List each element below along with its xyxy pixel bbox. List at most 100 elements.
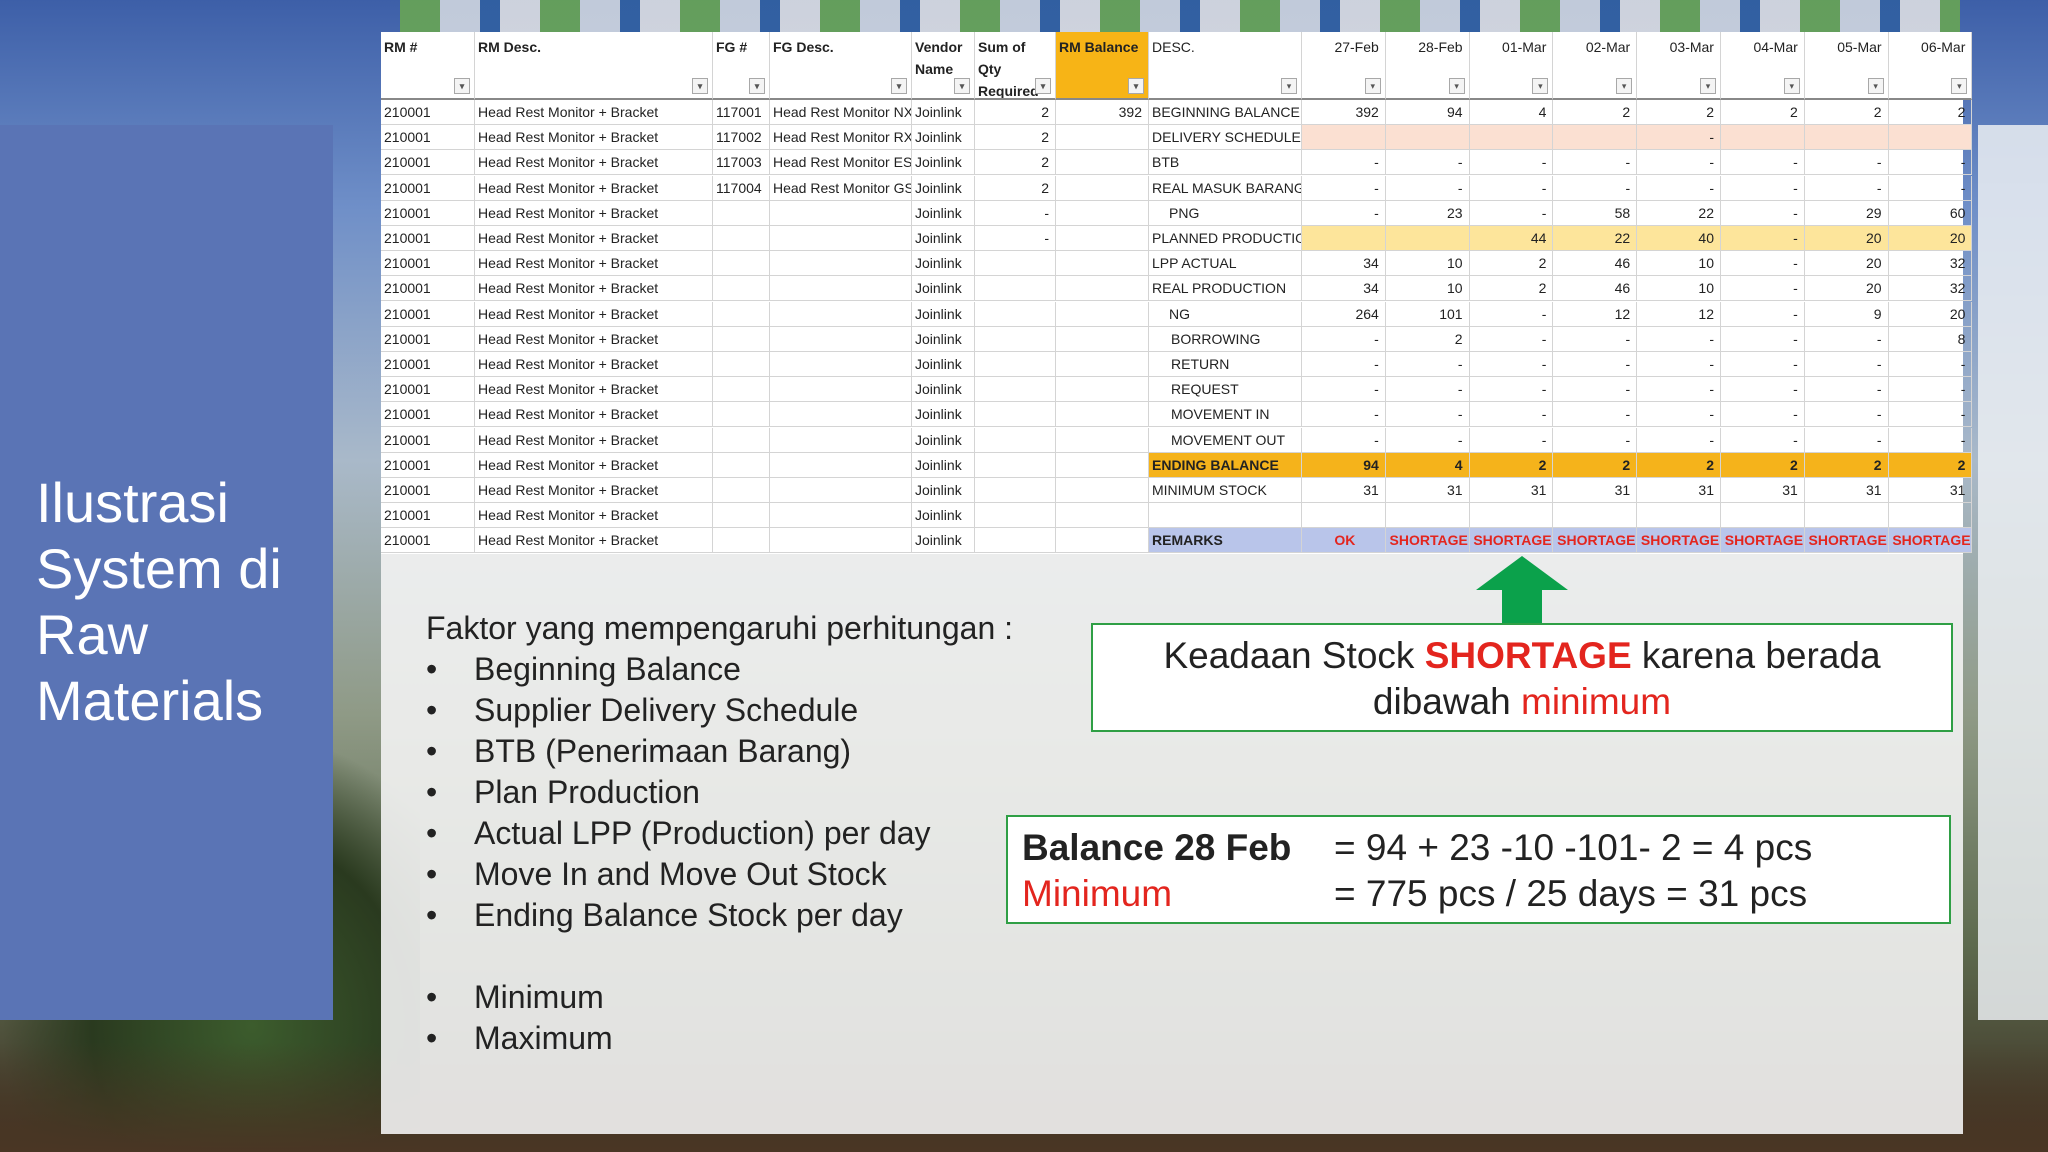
value-cell bbox=[1553, 125, 1638, 151]
table-cell bbox=[713, 478, 770, 503]
value-cell: 9 bbox=[1804, 301, 1889, 327]
desc-cell: LPP ACTUAL bbox=[1149, 251, 1302, 277]
table-cell: Head Rest Monitor GS bbox=[770, 175, 912, 201]
value-cell: - bbox=[1637, 125, 1721, 151]
value-cell: 31 bbox=[1385, 478, 1470, 503]
table-cell: 2 bbox=[975, 175, 1056, 201]
value-cell: 94 bbox=[1385, 100, 1470, 125]
value-cell: - bbox=[1302, 326, 1386, 352]
table-cell bbox=[770, 226, 912, 251]
table-cell bbox=[1056, 226, 1149, 251]
right-accent-strip bbox=[1978, 125, 2048, 1020]
list-item: • Minimum bbox=[426, 977, 1066, 1018]
value-cell: 23 bbox=[1385, 200, 1470, 226]
value-cell: 34 bbox=[1302, 276, 1386, 302]
table-row: 210001 Head Rest Monitor + Bracket Joinlin… bbox=[381, 352, 1973, 377]
value-cell: - bbox=[1721, 326, 1805, 352]
column-header-label: Sum of Qty Required bbox=[978, 39, 1039, 99]
value-cell: - bbox=[1804, 175, 1889, 201]
filter-dropdown-icon[interactable]: ▾ bbox=[1867, 78, 1884, 94]
value-cell: - bbox=[1302, 150, 1386, 176]
table-cell: Head Rest Monitor + Bracket bbox=[475, 427, 713, 453]
value-cell: 2 bbox=[1469, 251, 1554, 277]
table-cell: Head Rest Monitor + Bracket bbox=[475, 175, 713, 201]
value-cell: 101 bbox=[1385, 301, 1470, 327]
table-cell: Joinlink bbox=[912, 301, 975, 327]
value-cell: 2 bbox=[1721, 452, 1805, 478]
value-cell: 2 bbox=[1469, 276, 1554, 302]
table-cell bbox=[713, 427, 770, 453]
column-header: Sum of Qty Required ▾ bbox=[975, 32, 1056, 100]
factors-bullets: • Beginning Balance • Supplier Delivery Sch… bbox=[426, 649, 1066, 936]
filter-dropdown-icon[interactable]: ▾ bbox=[1364, 78, 1381, 94]
filter-dropdown-icon[interactable]: ▾ bbox=[1035, 78, 1051, 94]
desc-cell: PLANNED PRODUCTION bbox=[1149, 226, 1302, 251]
remarks-cell: SHORTAGE bbox=[1553, 528, 1638, 554]
filter-dropdown-icon[interactable]: ▾ bbox=[454, 78, 470, 94]
table-cell bbox=[1056, 200, 1149, 226]
table-cell: Head Rest Monitor + Bracket bbox=[475, 251, 713, 277]
desc-cell: PNG bbox=[1149, 200, 1302, 226]
list-item: • Actual LPP (Production) per day bbox=[426, 813, 1066, 854]
date-column-header: 01-Mar ▾ bbox=[1469, 32, 1554, 100]
table-cell bbox=[770, 200, 912, 226]
filter-dropdown-icon[interactable]: ▾ bbox=[954, 78, 970, 94]
table-cell bbox=[770, 377, 912, 403]
table-cell: Joinlink bbox=[912, 276, 975, 302]
filter-dropdown-icon[interactable]: ▾ bbox=[1783, 78, 1800, 94]
table-cell: 210001 bbox=[381, 276, 475, 302]
table-cell: - bbox=[975, 200, 1056, 226]
value-cell: 29 bbox=[1804, 200, 1889, 226]
filter-dropdown-icon[interactable]: ▾ bbox=[1699, 78, 1716, 94]
table-cell bbox=[975, 276, 1056, 302]
table-cell bbox=[713, 326, 770, 352]
table-cell: Joinlink bbox=[912, 226, 975, 251]
table-cell: Head Rest Monitor + Bracket bbox=[475, 528, 713, 554]
filter-dropdown-icon[interactable]: ▾ bbox=[1616, 78, 1633, 94]
table-cell: 210001 bbox=[381, 150, 475, 176]
value-cell: 46 bbox=[1553, 251, 1638, 277]
table-cell bbox=[975, 478, 1056, 503]
table-cell: 210001 bbox=[381, 427, 475, 453]
table-cell bbox=[1056, 528, 1149, 554]
filter-dropdown-icon[interactable]: ▾ bbox=[1281, 78, 1297, 94]
value-cell bbox=[1888, 125, 1973, 151]
list-item: • Ending Balance Stock per day bbox=[426, 895, 1066, 936]
filter-dropdown-icon[interactable]: ▾ bbox=[891, 78, 907, 94]
table-cell: Head Rest Monitor + Bracket bbox=[475, 478, 713, 503]
filter-dropdown-icon[interactable]: ▾ bbox=[1951, 78, 1968, 94]
value-cell: 31 bbox=[1637, 478, 1721, 503]
filter-dropdown-icon[interactable]: ▾ bbox=[692, 78, 708, 94]
table-row: 210001 Head Rest Monitor + Bracket Joinlin… bbox=[381, 326, 1973, 352]
filter-dropdown-icon[interactable]: ▾ bbox=[1532, 78, 1549, 94]
table-row: 210001 Head Rest Monitor + Bracket Joinlin… bbox=[381, 226, 1973, 251]
bullet-icon: • bbox=[426, 815, 438, 851]
table-cell: Joinlink bbox=[912, 326, 975, 352]
value-cell: - bbox=[1637, 326, 1721, 352]
table-cell: Head Rest Monitor + Bracket bbox=[475, 200, 713, 226]
value-cell: 2 bbox=[1553, 452, 1638, 478]
table-cell bbox=[1056, 402, 1149, 428]
table-cell bbox=[1056, 251, 1149, 277]
table-cell: Joinlink bbox=[912, 478, 975, 503]
table-cell bbox=[713, 251, 770, 277]
value-cell bbox=[1553, 503, 1638, 529]
value-cell: - bbox=[1553, 150, 1638, 176]
table-cell bbox=[1056, 175, 1149, 201]
table-row: 210001 Head Rest Monitor + Bracket Joinlin… bbox=[381, 503, 1973, 529]
filter-dropdown-icon[interactable]: ▾ bbox=[749, 78, 765, 94]
value-cell bbox=[1385, 125, 1470, 151]
filter-dropdown-icon[interactable]: ▾ bbox=[1128, 78, 1144, 94]
date-header-label: 06-Mar bbox=[1921, 39, 1966, 55]
table-row: 210001 Head Rest Monitor + Bracket 117002 H… bbox=[381, 125, 1973, 151]
minimum-label: Minimum bbox=[1022, 873, 1173, 914]
filter-dropdown-icon[interactable]: ▾ bbox=[1448, 78, 1465, 94]
list-item-label: Ending Balance Stock per day bbox=[474, 897, 903, 933]
value-cell: 2 bbox=[1888, 100, 1973, 125]
table-cell bbox=[1056, 352, 1149, 377]
value-cell: - bbox=[1302, 175, 1386, 201]
desc-cell: MOVEMENT IN bbox=[1149, 402, 1302, 428]
table-cell bbox=[975, 326, 1056, 352]
value-cell: - bbox=[1553, 427, 1638, 453]
value-cell: 2 bbox=[1637, 452, 1721, 478]
